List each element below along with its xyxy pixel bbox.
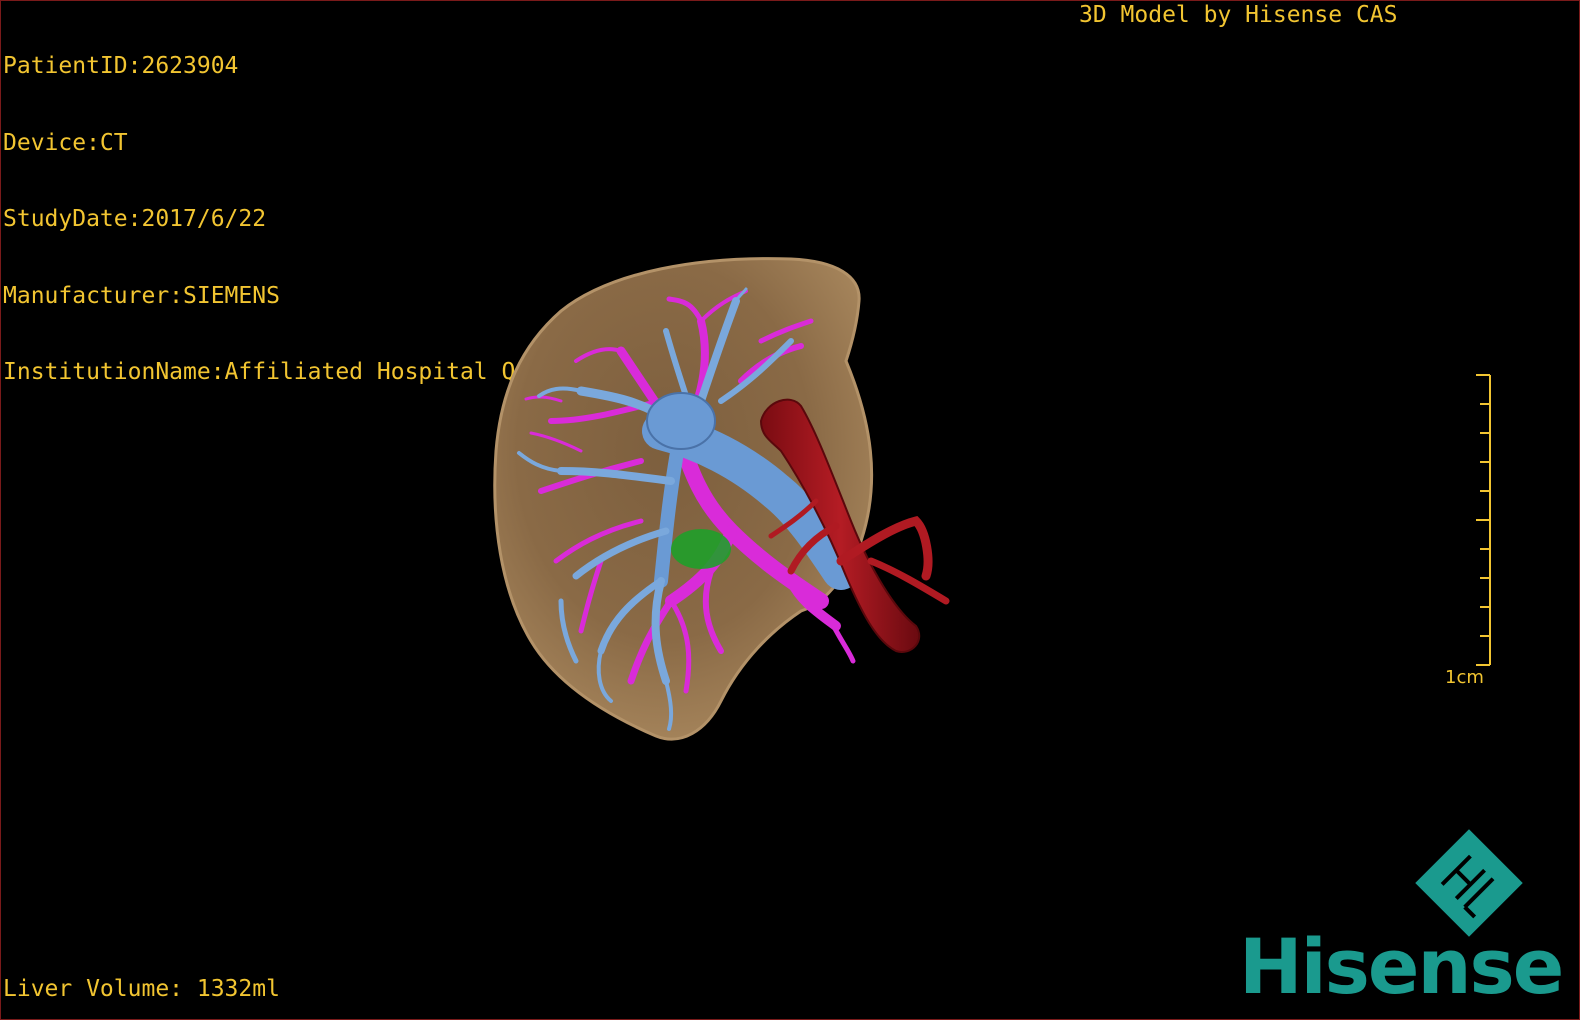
scale-bar-label: 1cm (1445, 667, 1484, 688)
3d-render-viewport[interactable]: PatientID:2623904 Device:CT StudyDate:20… (0, 0, 1580, 1020)
hisense-cas-diamond-icon (1415, 829, 1523, 937)
hisense-logo-text: Hisense (1239, 922, 1564, 1011)
portal-vein-confluence (646, 392, 716, 450)
liver-volume: Liver Volume: 1332ml (3, 976, 280, 1002)
liver-3d-model[interactable] (1, 1, 1580, 1020)
gallbladder (671, 529, 731, 569)
scale-bar (1476, 374, 1491, 666)
